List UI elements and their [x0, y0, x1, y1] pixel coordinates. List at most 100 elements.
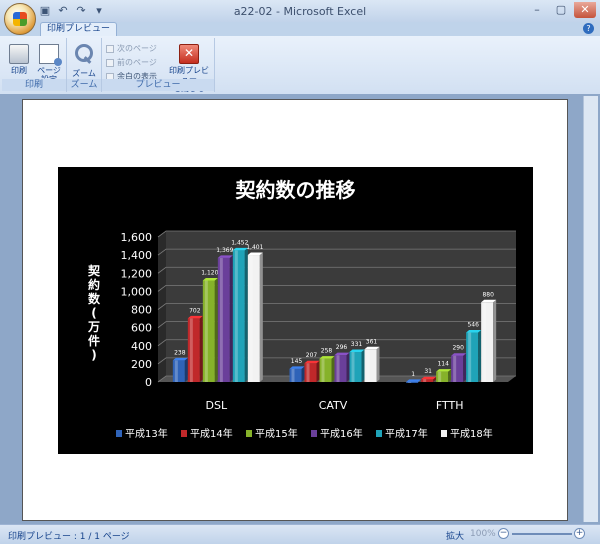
bar	[334, 355, 347, 382]
legend-label: 平成18年	[450, 427, 493, 440]
preview-group: 次のページ 前のページ 余白の表示 ✕ 印刷プレビュー を閉じる プレビュー	[102, 38, 215, 93]
window-controls: – ▢ ✕	[526, 2, 596, 18]
zoom-slider[interactable]	[512, 533, 572, 535]
prev-page-label: 前のページ	[117, 58, 157, 67]
office-button[interactable]	[4, 3, 36, 35]
data-label: 1,120	[201, 270, 218, 277]
maximize-icon[interactable]: ▢	[550, 2, 572, 18]
data-label: 114	[437, 361, 449, 368]
minimize-icon[interactable]: –	[526, 2, 548, 18]
bar	[451, 355, 464, 382]
bar-highlight	[336, 355, 340, 382]
bar	[466, 332, 479, 382]
data-label: 880	[482, 291, 494, 298]
undo-icon[interactable]: ↶	[56, 4, 70, 18]
bar-highlight	[291, 368, 295, 382]
magnifier-icon	[75, 44, 93, 62]
bar	[232, 250, 245, 382]
x-tick-label: CATV	[319, 399, 348, 412]
bar-highlight	[306, 363, 310, 382]
bar-side	[214, 278, 218, 382]
y-tick-label: 0	[145, 376, 152, 389]
y-tick-label: 200	[131, 358, 152, 371]
y-tick-label: 800	[131, 304, 152, 317]
data-label: 1,401	[246, 244, 263, 251]
y-axis-label-char: 契	[87, 263, 101, 278]
x-tick-label: DSL	[206, 399, 228, 412]
y-axis-label-char: )	[91, 348, 96, 362]
bar-side	[376, 346, 380, 382]
page-setup-label-1: ページ	[37, 66, 61, 75]
bar-highlight	[438, 371, 442, 382]
prev-page-button[interactable]: 前のページ	[106, 57, 157, 68]
legend-label: 平成17年	[385, 427, 428, 440]
save-icon[interactable]: ▣	[38, 4, 52, 18]
chart-canvas: 契約数の推移 0 200 400 600 800 1,000 1,200 1,400 1,600 契…	[87, 178, 516, 440]
print-group-label: 印刷	[2, 79, 66, 91]
data-label: 207	[306, 352, 318, 359]
legend-label: 平成13年	[125, 427, 168, 440]
zoom-percent: 100%	[470, 529, 496, 539]
data-label: 361	[366, 338, 378, 345]
bar-highlight	[321, 358, 325, 382]
legend-swatch	[441, 430, 447, 437]
bar-side	[301, 366, 305, 382]
zoom-label: 拡大	[446, 532, 465, 542]
close-icon[interactable]: ✕	[574, 2, 596, 18]
bar-highlight	[483, 302, 487, 382]
y-axis-label-char: 約	[88, 277, 100, 292]
quick-access-toolbar: ▣ ↶ ↷ ▾	[38, 4, 106, 18]
zoom-out-icon[interactable]: −	[498, 528, 509, 539]
next-page-icon	[106, 44, 114, 53]
next-page-button[interactable]: 次のページ	[106, 43, 157, 54]
help-icon[interactable]: ?	[583, 23, 594, 34]
bar	[364, 349, 377, 382]
data-label: 331	[351, 341, 363, 348]
redo-icon[interactable]: ↷	[74, 4, 88, 18]
legend-swatch	[311, 430, 317, 437]
legend-swatch	[116, 430, 122, 437]
bar	[421, 379, 434, 382]
legend-swatch	[181, 430, 187, 437]
tab-print-preview[interactable]: 印刷プレビュー	[40, 22, 118, 37]
bar	[406, 381, 419, 383]
bar-highlight	[453, 355, 457, 382]
bar-side	[463, 353, 467, 382]
customize-icon[interactable]: ▾	[92, 4, 106, 18]
data-label: 258	[321, 348, 333, 355]
printer-icon	[9, 44, 29, 64]
data-label: 546	[467, 322, 479, 329]
print-button-label: 印刷	[11, 66, 27, 75]
page-setup-icon	[39, 44, 62, 66]
close-preview-icon: ✕	[179, 44, 199, 64]
zoom-in-icon[interactable]: +	[574, 528, 585, 539]
bar-highlight	[408, 381, 412, 383]
data-label: 1,369	[216, 247, 233, 254]
print-button[interactable]: 印刷	[8, 44, 30, 75]
data-label: 1	[411, 371, 415, 378]
status-text: 印刷プレビュー : 1 / 1 ページ	[8, 532, 130, 542]
zoom-button-label: ズーム	[72, 69, 96, 78]
bar-side	[493, 299, 497, 382]
bar-highlight	[174, 360, 178, 382]
bar-side	[259, 252, 263, 382]
ribbon: 印刷 ページ 設定 印刷 ズーム ズーム 次のページ 前のページ 余白の表示 ✕	[0, 36, 600, 95]
data-label: 296	[336, 344, 348, 351]
y-axis-label-char: 件	[88, 333, 100, 348]
bar-side	[229, 255, 233, 382]
title-bar: a22-02 - Microsoft Excel ▣ ↶ ↷ ▾ – ▢ ✕	[0, 0, 600, 23]
bar-side	[361, 349, 365, 382]
bar-side	[478, 330, 482, 382]
bar-side	[331, 356, 335, 382]
vertical-scrollbar[interactable]	[583, 96, 598, 522]
bar-side	[244, 247, 248, 382]
bar-highlight	[234, 250, 238, 382]
legend-label: 平成15年	[255, 427, 298, 440]
data-label: 702	[189, 307, 201, 314]
page-setup-button[interactable]: ページ 設定	[36, 44, 62, 84]
bar	[187, 318, 200, 382]
y-tick-label: 1,400	[121, 249, 153, 262]
bar-side	[199, 315, 203, 382]
bar-side	[316, 360, 320, 382]
zoom-button[interactable]: ズーム	[71, 44, 97, 78]
